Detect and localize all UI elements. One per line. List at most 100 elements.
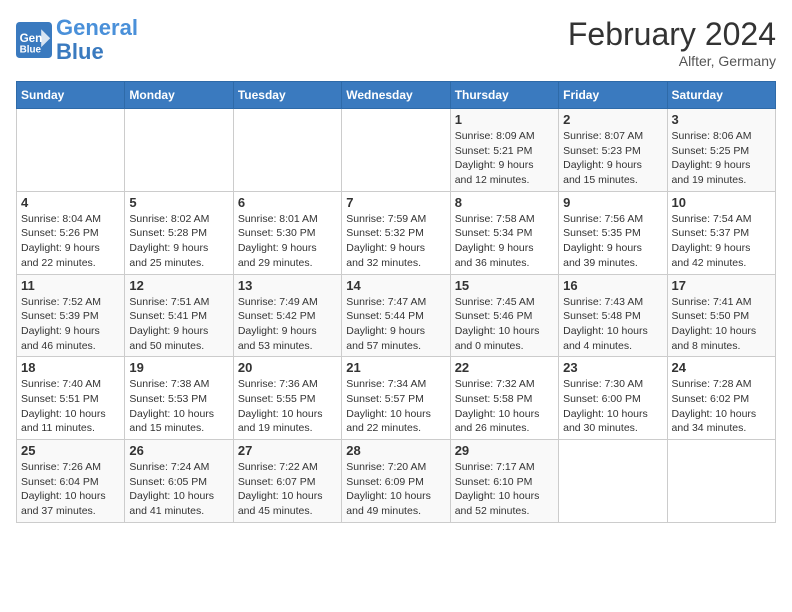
day-number: 20 [238,360,337,375]
day-info: Sunrise: 8:06 AMSunset: 5:25 PMDaylight:… [672,129,771,188]
day-number: 25 [21,443,120,458]
col-monday: Monday [125,82,233,109]
col-sunday: Sunday [17,82,125,109]
day-cell: 16 Sunrise: 7:43 AMSunset: 5:48 PMDayligh… [559,274,667,357]
day-cell: 25 Sunrise: 7:26 AMSunset: 6:04 PMDayligh… [17,440,125,523]
day-info: Sunrise: 7:20 AMSunset: 6:09 PMDaylight:… [346,460,445,519]
title-block: February 2024 Alfter, Germany [568,16,776,69]
day-number: 5 [129,195,228,210]
day-info: Sunrise: 7:52 AMSunset: 5:39 PMDaylight:… [21,295,120,354]
day-cell: 2Sunrise: 8:07 AMSunset: 5:23 PMDaylight… [559,109,667,192]
day-number: 4 [21,195,120,210]
day-info: Sunrise: 8:01 AMSunset: 5:30 PMDaylight:… [238,212,337,271]
day-info: Sunrise: 7:43 AMSunset: 5:48 PMDaylight:… [563,295,662,354]
day-number: 7 [346,195,445,210]
day-info: Sunrise: 7:58 AMSunset: 5:34 PMDaylight:… [455,212,554,271]
calendar-container: Gen Blue General Blue February 2024 Alft… [0,0,792,531]
day-info: Sunrise: 7:28 AMSunset: 6:02 PMDaylight:… [672,377,771,436]
day-cell: 17 Sunrise: 7:41 AMSunset: 5:50 PMDayligh… [667,274,775,357]
week-row-4: 18 Sunrise: 7:40 AMSunset: 5:51 PMDayligh… [17,357,776,440]
day-number: 10 [672,195,771,210]
day-info: Sunrise: 7:17 AMSunset: 6:10 PMDaylight:… [455,460,554,519]
day-info: Sunrise: 7:32 AMSunset: 5:58 PMDaylight:… [455,377,554,436]
day-cell: 24 Sunrise: 7:28 AMSunset: 6:02 PMDayligh… [667,357,775,440]
day-cell [342,109,450,192]
day-info: Sunrise: 7:24 AMSunset: 6:05 PMDaylight:… [129,460,228,519]
col-friday: Friday [559,82,667,109]
day-cell [559,440,667,523]
day-cell: 3 Sunrise: 8:06 AMSunset: 5:25 PMDaylight… [667,109,775,192]
day-cell: 23 Sunrise: 7:30 AMSunset: 6:00 PMDayligh… [559,357,667,440]
day-info: Sunrise: 7:26 AMSunset: 6:04 PMDaylight:… [21,460,120,519]
calendar-table: Sunday Monday Tuesday Wednesday Thursday… [16,81,776,523]
day-number: 23 [563,360,662,375]
day-cell: 26 Sunrise: 7:24 AMSunset: 6:05 PMDayligh… [125,440,233,523]
day-number: 26 [129,443,228,458]
day-number: 3 [672,112,771,127]
day-cell: 14 Sunrise: 7:47 AMSunset: 5:44 PMDayligh… [342,274,450,357]
day-info: Sunrise: 8:07 AMSunset: 5:23 PMDaylight:… [563,129,662,188]
day-info: Sunrise: 7:51 AMSunset: 5:41 PMDaylight:… [129,295,228,354]
day-number: 12 [129,278,228,293]
day-cell: 28 Sunrise: 7:20 AMSunset: 6:09 PMDayligh… [342,440,450,523]
day-cell: 11 Sunrise: 7:52 AMSunset: 5:39 PMDayligh… [17,274,125,357]
day-number: 17 [672,278,771,293]
day-number: 14 [346,278,445,293]
week-row-2: 4 Sunrise: 8:04 AMSunset: 5:26 PMDaylight… [17,191,776,274]
week-row-3: 11 Sunrise: 7:52 AMSunset: 5:39 PMDayligh… [17,274,776,357]
day-number: 8 [455,195,554,210]
day-info: Sunrise: 7:34 AMSunset: 5:57 PMDaylight:… [346,377,445,436]
day-cell: 1Sunrise: 8:09 AMSunset: 5:21 PMDaylight… [450,109,558,192]
location: Alfter, Germany [568,53,776,69]
day-cell: 6 Sunrise: 8:01 AMSunset: 5:30 PMDaylight… [233,191,341,274]
logo: Gen Blue General Blue [16,16,138,64]
day-number: 15 [455,278,554,293]
day-info: Sunrise: 8:02 AMSunset: 5:28 PMDaylight:… [129,212,228,271]
day-info: Sunrise: 7:36 AMSunset: 5:55 PMDaylight:… [238,377,337,436]
header-row: Sunday Monday Tuesday Wednesday Thursday… [17,82,776,109]
day-cell: 27 Sunrise: 7:22 AMSunset: 6:07 PMDayligh… [233,440,341,523]
calendar-header: Gen Blue General Blue February 2024 Alft… [16,16,776,69]
day-info: Sunrise: 8:04 AMSunset: 5:26 PMDaylight:… [21,212,120,271]
day-cell: 5 Sunrise: 8:02 AMSunset: 5:28 PMDaylight… [125,191,233,274]
day-cell: 13 Sunrise: 7:49 AMSunset: 5:42 PMDayligh… [233,274,341,357]
col-tuesday: Tuesday [233,82,341,109]
day-info: Sunrise: 7:41 AMSunset: 5:50 PMDaylight:… [672,295,771,354]
svg-text:Gen: Gen [20,32,43,45]
day-number: 9 [563,195,662,210]
day-info: Sunrise: 7:22 AMSunset: 6:07 PMDaylight:… [238,460,337,519]
logo-subtext: Blue [56,40,138,64]
day-number: 6 [238,195,337,210]
day-cell: 9Sunrise: 7:56 AMSunset: 5:35 PMDaylight… [559,191,667,274]
day-info: Sunrise: 7:54 AMSunset: 5:37 PMDaylight:… [672,212,771,271]
logo-text: General [56,16,138,40]
day-cell: 7 Sunrise: 7:59 AMSunset: 5:32 PMDaylight… [342,191,450,274]
week-row-1: 1Sunrise: 8:09 AMSunset: 5:21 PMDaylight… [17,109,776,192]
col-saturday: Saturday [667,82,775,109]
day-number: 11 [21,278,120,293]
day-info: Sunrise: 7:40 AMSunset: 5:51 PMDaylight:… [21,377,120,436]
week-row-5: 25 Sunrise: 7:26 AMSunset: 6:04 PMDayligh… [17,440,776,523]
svg-text:Blue: Blue [20,45,42,56]
day-cell: 21 Sunrise: 7:34 AMSunset: 5:57 PMDayligh… [342,357,450,440]
day-info: Sunrise: 7:47 AMSunset: 5:44 PMDaylight:… [346,295,445,354]
day-cell [125,109,233,192]
day-info: Sunrise: 7:49 AMSunset: 5:42 PMDaylight:… [238,295,337,354]
day-number: 21 [346,360,445,375]
day-info: Sunrise: 7:45 AMSunset: 5:46 PMDaylight:… [455,295,554,354]
day-info: Sunrise: 7:30 AMSunset: 6:00 PMDaylight:… [563,377,662,436]
day-number: 22 [455,360,554,375]
day-number: 16 [563,278,662,293]
day-number: 13 [238,278,337,293]
day-cell: 19Sunrise: 7:38 AMSunset: 5:53 PMDayligh… [125,357,233,440]
day-info: Sunrise: 8:09 AMSunset: 5:21 PMDaylight:… [455,129,554,188]
day-number: 18 [21,360,120,375]
day-number: 24 [672,360,771,375]
col-wednesday: Wednesday [342,82,450,109]
day-info: Sunrise: 7:59 AMSunset: 5:32 PMDaylight:… [346,212,445,271]
day-number: 19 [129,360,228,375]
day-cell: 22 Sunrise: 7:32 AMSunset: 5:58 PMDayligh… [450,357,558,440]
day-number: 27 [238,443,337,458]
day-cell: 15 Sunrise: 7:45 AMSunset: 5:46 PMDayligh… [450,274,558,357]
day-number: 28 [346,443,445,458]
